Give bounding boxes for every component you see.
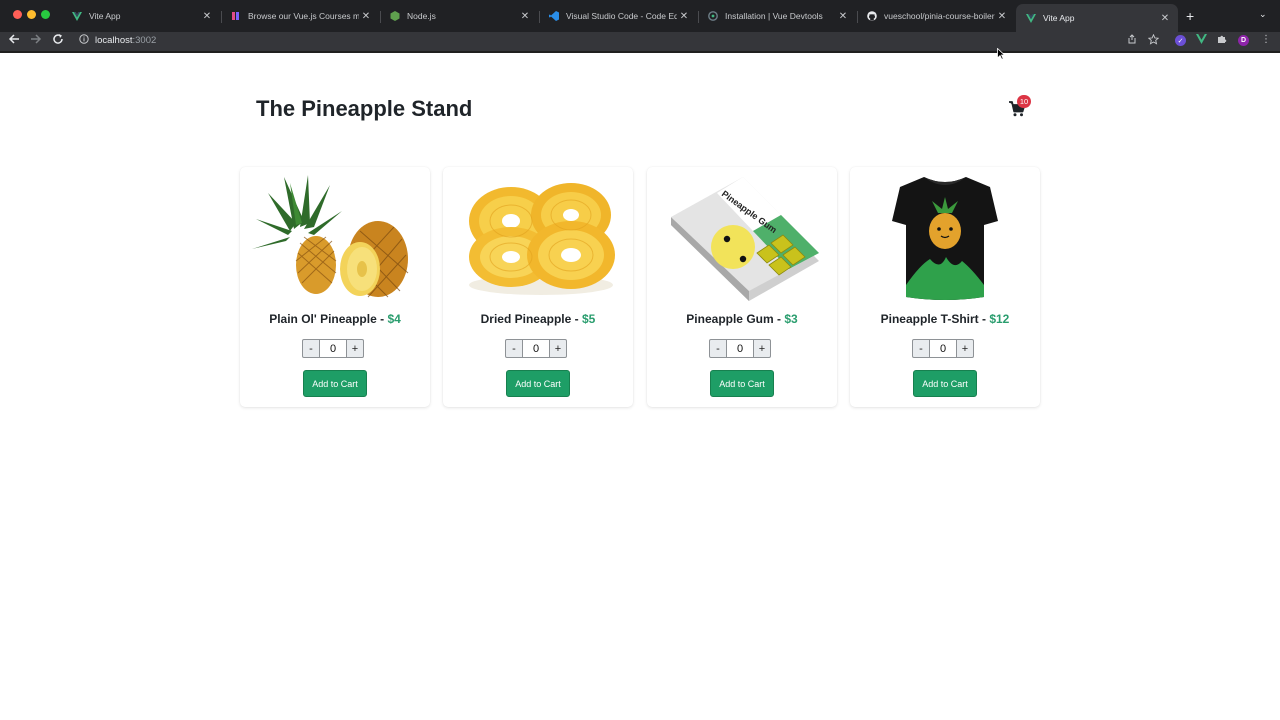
vscode-icon [549,11,559,21]
tab-title: Browse our Vue.js Courses mast [248,11,359,21]
close-icon[interactable]: ✕ [836,11,850,22]
address-port: :3002 [132,35,157,46]
quantity-stepper: - 0 + [302,339,366,358]
more-menu-icon[interactable]: ⋮ [1259,34,1273,45]
browser-tab[interactable]: Installation | Vue Devtools ✕ [698,4,856,28]
vue-devtools-icon [708,11,718,21]
decrement-button[interactable]: - [912,339,930,358]
product-card: Pineapple Gum Pineapple Gum - $3 - 0 + A… [647,167,837,407]
bookmark-star-icon[interactable] [1146,33,1160,48]
forward-arrow-icon[interactable] [28,33,44,48]
product-title: Plain Ol' Pineapple - $4 [240,312,430,326]
vueschool-icon [231,11,241,21]
address-bar[interactable]: localhost:3002 [95,35,156,46]
vue-icon [1026,13,1036,23]
product-name: Dried Pineapple [480,312,572,326]
product-title-separator: - [571,312,582,326]
product-name: Pineapple Gum [686,312,774,326]
tab-title: Installation | Vue Devtools [725,11,823,21]
decrement-button[interactable]: - [505,339,523,358]
quantity-stepper: - 0 + [505,339,569,358]
product-price: $5 [582,312,596,326]
puzzle-extensions-icon[interactable] [1215,34,1229,47]
increment-button[interactable]: + [346,339,364,358]
add-to-cart-button[interactable]: Add to Cart [913,370,977,397]
close-icon[interactable]: ✕ [200,11,214,22]
browser-tab[interactable]: Vite App ✕ [62,4,220,28]
vue-devtools-extension-icon[interactable] [1194,34,1208,47]
tab-title: Visual Studio Code - Code Editi [566,11,677,21]
new-tab-button[interactable]: + [1186,8,1194,24]
product-title: Dried Pineapple - $5 [443,312,633,326]
product-title: Pineapple Gum - $3 [647,312,837,326]
close-icon[interactable]: ✕ [995,11,1009,22]
product-price: $12 [989,312,1010,326]
reload-icon[interactable] [50,33,66,48]
tab-title: Vite App [89,11,121,21]
browser-tab[interactable]: Browse our Vue.js Courses mast ✕ [221,4,379,28]
quantity-input[interactable]: 0 [727,339,753,358]
mouse-cursor-icon [997,47,1006,65]
pineapple-tshirt-image [860,173,1030,303]
decrement-button[interactable]: - [709,339,727,358]
address-host: localhost [95,35,133,46]
vue-icon [72,11,82,21]
site-info-icon[interactable] [79,34,89,47]
increment-button[interactable]: + [549,339,567,358]
tab-bar: Vite App ✕ Browse our Vue.js Courses mas… [0,0,1280,32]
page-title: The Pineapple Stand [256,96,473,121]
minimize-window-button[interactable] [27,10,36,19]
add-to-cart-button[interactable]: Add to Cart [303,370,367,397]
tab-title: Node.js [407,11,436,21]
github-icon [867,11,877,21]
back-arrow-icon[interactable] [6,33,22,48]
browser-tab[interactable]: vueschool/pinia-course-boilerp ✕ [857,4,1015,28]
product-price: $3 [784,312,798,326]
browser-tab[interactable]: Visual Studio Code - Code Editi ✕ [539,4,697,28]
toolbar-divider [0,51,1280,53]
product-name: Pineapple T-Shirt [880,312,979,326]
profile-avatar[interactable]: D [1238,35,1249,46]
add-to-cart-button[interactable]: Add to Cart [710,370,774,397]
close-window-button[interactable] [13,10,22,19]
quantity-stepper: - 0 + [709,339,773,358]
close-icon[interactable]: ✕ [359,11,373,22]
pineapple-gum-image: Pineapple Gum [657,173,827,303]
cart-count-badge: 10 [1017,95,1031,108]
product-card: Plain Ol' Pineapple - $4 - 0 + Add to Ca… [240,167,430,407]
product-name: Plain Ol' Pineapple [269,312,377,326]
product-title: Pineapple T-Shirt - $12 [850,312,1040,326]
product-title-separator: - [376,312,388,326]
close-icon[interactable]: ✕ [518,11,532,22]
quantity-input[interactable]: 0 [930,339,956,358]
product-title-separator: - [978,312,990,326]
browser-tab-active[interactable]: Vite App ✕ [1016,4,1178,32]
tab-title: Vite App [1043,13,1075,23]
tab-title: vueschool/pinia-course-boilerp [884,11,995,21]
close-icon[interactable]: ✕ [677,11,691,22]
nodejs-icon [390,11,400,21]
add-to-cart-button[interactable]: Add to Cart [506,370,570,397]
increment-button[interactable]: + [753,339,771,358]
product-card: Pineapple T-Shirt - $12 - 0 + Add to Car… [850,167,1040,407]
share-icon[interactable] [1125,34,1139,47]
quantity-stepper: - 0 + [912,339,976,358]
chevron-down-icon[interactable]: ⌄ [1259,9,1267,20]
product-card: Dried Pineapple - $5 - 0 + Add to Cart [443,167,633,407]
maximize-window-button[interactable] [41,10,50,19]
dried-pineapple-image [453,173,623,303]
pineapple-image [250,173,420,303]
browser-tab[interactable]: Node.js ✕ [380,4,538,28]
increment-button[interactable]: + [956,339,974,358]
decrement-button[interactable]: - [302,339,320,358]
product-title-separator: - [773,312,785,326]
close-icon[interactable]: ✕ [1158,13,1172,24]
quantity-input[interactable]: 0 [320,339,346,358]
page-header: The Pineapple Stand [240,80,1040,138]
product-price: $4 [387,312,401,326]
quantity-input[interactable]: 0 [523,339,549,358]
extension-icon[interactable]: ✓ [1175,35,1186,46]
browser-toolbar [0,32,1280,52]
